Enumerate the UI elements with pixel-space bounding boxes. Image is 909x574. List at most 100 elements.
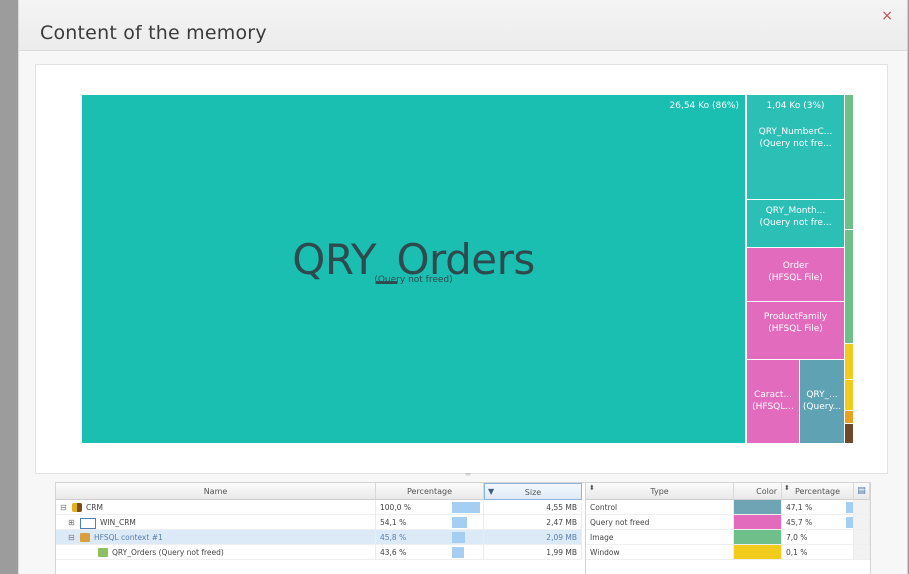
column-label: Name	[203, 487, 228, 496]
percentage-text: 0,1 %	[786, 548, 808, 557]
percentage-text: 45,8 %	[380, 533, 407, 542]
legend-color-swatch	[734, 515, 782, 530]
row-name: WIN_CRM	[100, 518, 136, 527]
cell-percentage: 54,1 %	[376, 515, 484, 530]
legend-percentage: 7,0 %	[782, 530, 854, 545]
dialog-titlebar: Content of the memory ×	[19, 0, 907, 51]
treemap-block-label: QRY_Month...	[765, 206, 826, 216]
legend-percentage: 45,7 %	[782, 515, 854, 530]
cell-name: ⊟ HFSQL context #1	[56, 530, 376, 545]
treemap-block-numberc[interactable]: 1,04 Ko (3%) QRY_NumberC... (Query not f…	[747, 95, 844, 199]
legend-table: ⬍ Type Color ⬍ Percentage ▤ Control 47,1 …	[585, 482, 871, 574]
window-icon	[80, 518, 96, 529]
cell-name: QRY_Orders (Query not freed)	[56, 545, 376, 560]
table-row[interactable]: ⊞ WIN_CRM 54,1 % 2,47 MB	[56, 515, 599, 530]
table-row[interactable]: ⊟ HFSQL context #1 45,8 % 2,09 MB	[56, 530, 599, 545]
treemap-block-thin[interactable]	[845, 380, 853, 410]
treemap-block-label: QRY_...	[806, 390, 838, 400]
column-label: Type	[650, 487, 669, 496]
percentage-text: 7,0 %	[786, 533, 808, 542]
expand-icon[interactable]: ⊞	[68, 515, 75, 529]
legend-row[interactable]: Window 0,1 %	[586, 545, 870, 560]
legend-scroll-cell	[854, 530, 870, 545]
column-label: Percentage	[406, 487, 452, 496]
treemap-block-sublabel: (Query not fre...	[759, 218, 832, 228]
column-label: Percentage	[794, 487, 840, 496]
dialog-title: Content of the memory	[40, 22, 267, 44]
percentage-bar	[846, 517, 853, 528]
column-label: Size	[524, 488, 542, 497]
treemap-main-size: 26,54 Ko (86%)	[669, 101, 739, 111]
legend-type: Query not freed	[586, 515, 734, 530]
column-drag-icon: ⬍	[784, 484, 790, 492]
splitter-handle[interactable]: ═	[461, 471, 475, 479]
legend-scroll-cell	[854, 500, 870, 515]
treemap-block-order[interactable]: Order (HFSQL File)	[747, 248, 844, 301]
legend-type: Control	[586, 500, 734, 515]
collapse-icon[interactable]: ⊟	[68, 530, 75, 544]
cell-size: 2,47 MB	[484, 515, 582, 530]
treemap-block-label: ProductFamily	[763, 312, 828, 322]
treemap-block-sublabel: (Query...	[802, 402, 842, 412]
treemap-panel: 26,54 Ko (86%) QRY_Orders (Query not fre…	[35, 64, 888, 474]
legend-row[interactable]: Query not freed 45,7 %	[586, 515, 870, 530]
database-context-icon	[80, 533, 90, 542]
legend-color-swatch	[734, 545, 782, 560]
column-label: Color	[756, 487, 777, 496]
treemap-block-thin[interactable]	[845, 411, 853, 423]
row-name: CRM	[86, 503, 103, 512]
legend-row[interactable]: Control 47,1 %	[586, 500, 870, 515]
treemap-block-sublabel: (HFSQL File)	[768, 324, 823, 334]
treemap-block-qry-small[interactable]: QRY_... (Query...	[800, 360, 844, 443]
percentage-bar	[452, 517, 467, 528]
percentage-text: 100,0 %	[380, 503, 411, 512]
treemap-block-month[interactable]: QRY_Month... (Query not fre...	[747, 200, 844, 247]
legend-type: Window	[586, 545, 734, 560]
memory-tree-table: Name Percentage ▼ Size ⊟ CRM 100,0 % 4,55 M…	[55, 482, 600, 574]
table-row[interactable]: ⊟ CRM 100,0 % 4,55 MB	[56, 500, 599, 515]
percentage-bar	[452, 502, 480, 513]
cell-percentage: 45,8 %	[376, 530, 484, 545]
column-header-type[interactable]: ⬍ Type	[586, 483, 734, 500]
column-header-size[interactable]: ▼ Size	[484, 483, 582, 500]
treemap-block-thin[interactable]	[845, 344, 853, 379]
query-icon	[98, 548, 108, 557]
treemap-block-sublabel: (Query not fre...	[759, 139, 832, 149]
cell-size: 4,55 MB	[484, 500, 582, 515]
cell-size: 2,09 MB	[484, 530, 582, 545]
row-name: HFSQL context #1	[94, 533, 163, 542]
memory-dialog: Content of the memory × 26,54 Ko (86%) Q…	[18, 0, 908, 574]
treemap-block-thin[interactable]	[845, 230, 853, 343]
collapse-icon[interactable]: ⊟	[60, 500, 67, 514]
cell-percentage: 43,6 %	[376, 545, 484, 560]
percentage-bar	[452, 547, 464, 558]
column-header-percentage[interactable]: Percentage	[376, 483, 484, 500]
cell-name: ⊟ CRM	[56, 500, 376, 515]
legend-scroll-cell	[854, 545, 870, 560]
treemap-block-main[interactable]: 26,54 Ko (86%) QRY_Orders (Query not fre…	[82, 95, 745, 443]
legend-scroll-cell	[854, 515, 870, 530]
treemap-main-sublabel: (Query not freed)	[374, 275, 453, 285]
crm-project-icon	[72, 503, 82, 512]
legend-percentage: 47,1 %	[782, 500, 854, 515]
sort-desc-icon: ▼	[488, 487, 495, 496]
close-icon[interactable]: ×	[881, 9, 893, 23]
percentage-bar	[846, 502, 853, 513]
column-header-legend-percentage[interactable]: ⬍ Percentage	[782, 483, 854, 500]
legend-row[interactable]: Image 7,0 %	[586, 530, 870, 545]
treemap-block-caract[interactable]: Caract... (HFSQL...	[747, 360, 799, 443]
treemap-block-label: Caract...	[753, 390, 793, 400]
treemap-block-label: Order	[782, 261, 809, 271]
legend-color-swatch	[734, 500, 782, 515]
percentage-text: 45,7 %	[786, 518, 813, 527]
treemap-block-label: QRY_NumberC...	[758, 127, 833, 137]
treemap-block-thin[interactable]	[845, 424, 853, 443]
table-row[interactable]: QRY_Orders (Query not freed) 43,6 % 1,99 M…	[56, 545, 599, 560]
column-settings-icon[interactable]: ▤	[854, 483, 870, 500]
column-header-color[interactable]: Color	[734, 483, 782, 500]
treemap-block-productfamily[interactable]: ProductFamily (HFSQL File)	[747, 302, 844, 359]
column-drag-icon: ⬍	[589, 484, 595, 492]
column-header-name[interactable]: Name	[56, 483, 376, 500]
treemap-block-thin[interactable]	[845, 95, 853, 229]
cell-size: 1,99 MB	[484, 545, 582, 560]
